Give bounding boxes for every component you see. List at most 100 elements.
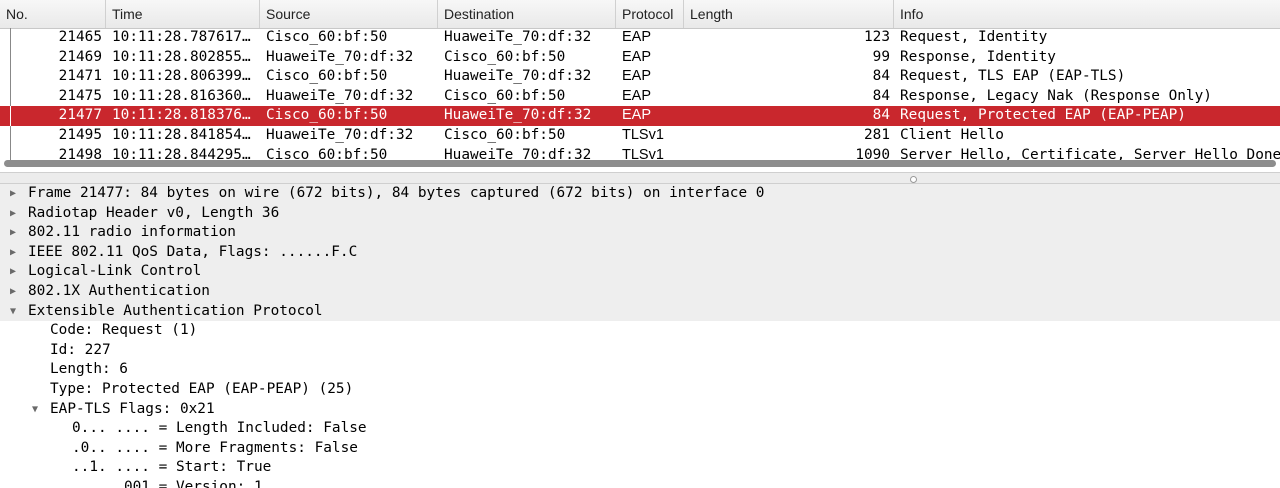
tree-item[interactable]: Length: 6: [0, 360, 1280, 380]
cell-source: HuaweiTe_70:df:32: [266, 87, 414, 104]
tree-item-label: IEEE 802.11 QoS Data, Flags: ......F.C: [28, 243, 358, 260]
column-time[interactable]: Time: [106, 0, 260, 28]
cell-time: 10:11:28.818376…: [112, 107, 251, 124]
cell-info: Request, TLS EAP (EAP-TLS): [900, 68, 1126, 85]
tree-item[interactable]: Id: 227: [0, 341, 1280, 361]
column-destination[interactable]: Destination: [438, 0, 616, 28]
cell-destination: HuaweiTe_70:df:32: [444, 68, 592, 85]
tree-item-label: Radiotap Header v0, Length 36: [28, 204, 280, 221]
packet-row-selected[interactable]: 21477 10:11:28.818376… Cisco_60:bf:50 Huawe…: [0, 106, 1280, 126]
cell-no: 21477: [58, 107, 102, 124]
column-info[interactable]: Info: [894, 0, 1280, 28]
cell-length: 84: [872, 107, 890, 124]
splitter-handle-icon[interactable]: [910, 176, 917, 183]
tree-item-label: Type: Protected EAP (EAP-PEAP) (25): [50, 380, 354, 397]
cell-length: 84: [872, 87, 890, 104]
tree-item-top[interactable]: ▶ Frame 21477: 84 bytes on wire (672 bits…: [0, 184, 1280, 204]
cell-protocol: EAP: [622, 48, 652, 65]
triangle-down-icon[interactable]: ▼: [6, 302, 20, 322]
tree-item[interactable]: ▼ EAP-TLS Flags: 0x21: [0, 400, 1280, 420]
triangle-right-icon[interactable]: ▶: [6, 204, 20, 224]
cell-source: HuaweiTe_70:df:32: [266, 126, 414, 143]
column-header: No. Time Source Destination Protocol Len…: [0, 0, 1280, 29]
tree-item-top[interactable]: ▶ Radiotap Header v0, Length 36: [0, 203, 1280, 224]
tree-item-label: EAP-TLS Flags: 0x21: [50, 400, 215, 417]
column-protocol[interactable]: Protocol: [616, 0, 684, 28]
tree-item-label: Logical-Link Control: [28, 263, 202, 280]
tree-item[interactable]: 0... .... = Length Included: False: [0, 419, 1280, 439]
cell-info: Client Hello: [900, 126, 1004, 143]
tree-item-top[interactable]: ▶ 802.11 radio information: [0, 223, 1280, 243]
tree-item-label: 802.11 radio information: [28, 224, 236, 241]
tree-item-label: Id: 227: [50, 341, 111, 358]
tree-item-label: ..1. .... = Start: True: [72, 459, 272, 476]
cell-time: 10:11:28.816360…: [112, 87, 251, 104]
cell-length: 281: [864, 126, 890, 143]
cell-source: Cisco_60:bf:50: [266, 68, 388, 85]
cell-no: 21465: [58, 29, 102, 45]
tree-item-top[interactable]: ▼ Extensible Authentication Protocol: [0, 301, 1280, 322]
tree-item-label: 0... .... = Length Included: False: [72, 420, 367, 437]
triangle-right-icon[interactable]: ▶: [6, 262, 20, 282]
cell-length: 123: [864, 29, 890, 45]
cell-source: HuaweiTe_70:df:32: [266, 48, 414, 65]
packet-row[interactable]: 21469 10:11:28.802855… HuaweiTe_70:df:32 Ci…: [0, 47, 1280, 68]
packet-row[interactable]: 21495 10:11:28.841854… HuaweiTe_70:df:32 Ci…: [0, 125, 1280, 146]
cell-time: 10:11:28.787617…: [112, 29, 251, 45]
cell-protocol: TLSv1: [622, 126, 664, 143]
tree-item-top[interactable]: ▶ 802.1X Authentication: [0, 281, 1280, 302]
tree-item-top[interactable]: ▶ IEEE 802.11 QoS Data, Flags: ......F.C: [0, 242, 1280, 263]
cell-destination: Cisco_60:bf:50: [444, 48, 566, 65]
cell-time: 10:11:28.802855…: [112, 48, 251, 65]
tree-item[interactable]: .0.. .... = More Fragments: False: [0, 439, 1280, 459]
tree-item-label: .... .001 = Version: 1: [72, 478, 263, 488]
triangle-right-icon[interactable]: ▶: [6, 184, 20, 204]
tree-item-label: Length: 6: [50, 361, 128, 378]
cell-destination: Cisco_60:bf:50: [444, 87, 566, 104]
cell-no: 21471: [58, 68, 102, 85]
cell-no: 21469: [58, 48, 102, 65]
cell-info: Request, Protected EAP (EAP-PEAP): [900, 107, 1186, 124]
horizontal-scrollbar[interactable]: [4, 160, 1276, 167]
packet-rows: 21465 10:11:28.787617… Cisco_60:bf:50 Huawe…: [0, 28, 1280, 166]
packet-details-tree[interactable]: ▶ Frame 21477: 84 bytes on wire (672 bits…: [0, 184, 1280, 488]
tree-item-top[interactable]: ▶ Logical-Link Control: [0, 262, 1280, 282]
cell-destination: Cisco_60:bf:50: [444, 126, 566, 143]
cell-protocol: EAP: [622, 107, 652, 124]
cell-protocol: EAP: [622, 68, 652, 85]
triangle-right-icon[interactable]: ▶: [6, 223, 20, 243]
cell-source: Cisco_60:bf:50: [266, 107, 388, 124]
packet-row[interactable]: 21471 10:11:28.806399… Cisco_60:bf:50 Huawe…: [0, 67, 1280, 87]
tree-item[interactable]: ..1. .... = Start: True: [0, 458, 1280, 478]
cell-time: 10:11:28.806399…: [112, 68, 251, 85]
tree-item-label: Code: Request (1): [50, 322, 198, 339]
triangle-right-icon[interactable]: ▶: [6, 282, 20, 302]
cell-no: 21495: [58, 126, 102, 143]
cell-no: 21475: [58, 87, 102, 104]
cell-length: 99: [872, 48, 890, 65]
triangle-right-icon[interactable]: ▶: [6, 243, 20, 263]
triangle-down-icon[interactable]: ▼: [28, 400, 42, 420]
cell-length: 84: [872, 68, 890, 85]
cell-info: Response, Legacy Nak (Response Only): [900, 87, 1212, 104]
cell-info: Response, Identity: [900, 48, 1056, 65]
cell-time: 10:11:28.841854…: [112, 126, 251, 143]
tree-item[interactable]: Type: Protected EAP (EAP-PEAP) (25): [0, 380, 1280, 400]
tree-item[interactable]: Code: Request (1): [0, 321, 1280, 341]
column-length[interactable]: Length: [684, 0, 894, 28]
cell-info: Request, Identity: [900, 29, 1048, 45]
packet-list[interactable]: No. Time Source Destination Protocol Len…: [0, 0, 1280, 172]
cell-protocol: EAP: [622, 29, 652, 45]
cell-destination: HuaweiTe_70:df:32: [444, 107, 592, 124]
tree-item-label: Frame 21477: 84 bytes on wire (672 bits)…: [28, 185, 765, 201]
tree-item-label: 802.1X Authentication: [28, 282, 210, 299]
column-source[interactable]: Source: [260, 0, 438, 28]
packet-row[interactable]: 21465 10:11:28.787617… Cisco_60:bf:50 Huawe…: [0, 28, 1280, 48]
tree-item-label: Extensible Authentication Protocol: [28, 302, 323, 319]
pane-splitter[interactable]: [0, 172, 1280, 184]
tree-item-label: .0.. .... = More Fragments: False: [72, 439, 358, 456]
column-no[interactable]: No.: [0, 0, 106, 28]
cell-protocol: EAP: [622, 87, 652, 104]
tree-item[interactable]: .... .001 = Version: 1: [0, 478, 1280, 488]
packet-row[interactable]: 21475 10:11:28.816360… HuaweiTe_70:df:32 Ci…: [0, 86, 1280, 107]
